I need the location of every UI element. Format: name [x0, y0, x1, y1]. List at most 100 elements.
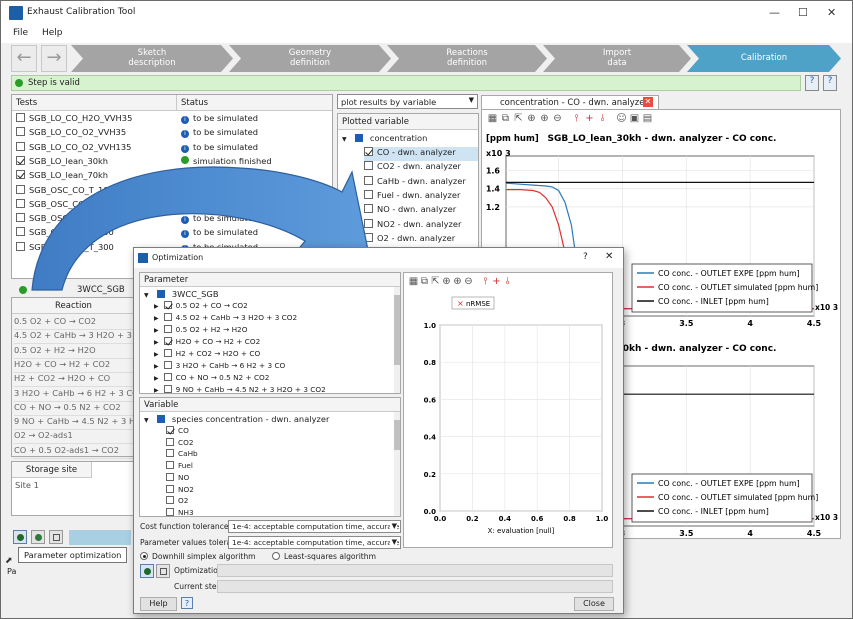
chart-tab[interactable]: concentration - CO - dwn. analyzer ✕ — [481, 95, 659, 109]
test-checkbox[interactable] — [16, 198, 25, 208]
plot-variable-item[interactable]: Fuel - dwn. analyzer — [364, 189, 478, 204]
forward-arrow-icon[interactable]: → — [41, 45, 67, 72]
zoom-region-icon[interactable]: ⊕ — [441, 276, 452, 287]
wizard-step[interactable]: Sketch description — [71, 45, 233, 72]
test-checkbox[interactable] — [16, 127, 25, 137]
test-row[interactable]: SGB_OSC_CO_T_200 — [16, 213, 114, 227]
menu-file[interactable]: File — [13, 28, 28, 38]
variable-checkbox[interactable] — [364, 189, 373, 199]
plot-mode-select[interactable]: plot results by variable ▼ — [337, 94, 478, 109]
cursor-h-icon[interactable]: ⫰ — [597, 113, 608, 124]
reaction-row[interactable]: 0.5 O2 + H2 → H2O — [14, 345, 135, 359]
wizard-step[interactable]: Calibration — [687, 45, 841, 72]
zoom-region-icon[interactable]: ⊕ — [526, 113, 537, 124]
wizard-step[interactable]: Import data — [543, 45, 691, 72]
reaction-row[interactable]: 4.5 O2 + CaHb → 3 H2O + 3 — [14, 330, 135, 345]
reaction-row[interactable]: CO + 0.5 O2-ads1 → CO2 — [14, 445, 135, 459]
dialog-help-icon[interactable]: ? — [583, 252, 588, 262]
downhill-simplex-radio[interactable]: Downhill simplex algorithm — [140, 552, 256, 561]
copy-icon[interactable] — [156, 564, 170, 578]
scrollbar[interactable] — [394, 412, 400, 516]
close-tab-icon[interactable]: ✕ — [643, 97, 653, 107]
chart-copy-icon[interactable]: ⧉ — [419, 276, 430, 287]
test-row[interactable]: SGB_LO_CO_O2_VVH135 — [16, 141, 131, 156]
cursor-v-icon[interactable]: ⫯ — [480, 276, 491, 287]
test-row[interactable]: SGB_OSC_CO_T_10 — [16, 184, 109, 199]
test-row[interactable]: SGB_LO_lean_30kh — [16, 155, 108, 170]
menu-help[interactable]: Help — [42, 28, 63, 38]
chart-copy-icon[interactable]: ⧉ — [500, 113, 511, 124]
variable-checkbox[interactable] — [364, 218, 373, 228]
help-icon[interactable]: ? — [181, 597, 193, 609]
optimize-icon[interactable] — [13, 530, 27, 544]
cursor-cross-icon[interactable]: + — [491, 276, 502, 287]
reaction-row[interactable]: 9 NO + CaHb → 4.5 N2 + 3 H2 — [14, 416, 135, 431]
zoom-in-icon[interactable]: ⊕ — [539, 113, 550, 124]
wizard-step[interactable]: Geometry definition — [229, 45, 391, 72]
parameter-checkbox[interactable] — [163, 301, 172, 309]
variable-checkbox[interactable] — [166, 472, 174, 481]
variable-checkbox[interactable] — [166, 507, 174, 516]
reaction-row[interactable]: 0.5 O2 + CO → CO2 — [14, 316, 135, 330]
pointer-icon[interactable]: ⇱ — [513, 113, 524, 124]
variable-checkbox[interactable] — [166, 437, 174, 446]
variable-item[interactable]: NH3 — [166, 507, 194, 522]
simulate-icon[interactable] — [31, 530, 45, 544]
cursor-h-icon[interactable]: ⫰ — [502, 276, 513, 287]
reaction-row[interactable]: O2 → O2-ads1 — [14, 430, 135, 445]
cost-tolerance-select[interactable]: 1e-4: acceptable computation time, accur… — [228, 520, 401, 533]
help-button[interactable]: Help — [140, 597, 177, 611]
variable-checkbox[interactable] — [364, 175, 373, 185]
plot-variable-item[interactable]: CaHb - dwn. analyzer — [364, 175, 478, 190]
zoom-in-icon[interactable]: ⊕ — [452, 276, 463, 287]
plot-variable-item[interactable]: NO - dwn. analyzer — [364, 204, 478, 218]
variable-checkbox[interactable] — [166, 426, 174, 434]
reaction-row[interactable]: CO + NO → 0.5 N2 + CO2 — [14, 402, 135, 416]
parameter-checkbox[interactable] — [163, 361, 172, 369]
cursor-v-icon[interactable]: ⫯ — [571, 113, 582, 124]
test-row[interactable]: SGB_OSC_CO_T_300 — [16, 241, 114, 256]
back-arrow-icon[interactable]: ← — [11, 45, 37, 72]
export-image-icon[interactable]: ▣ — [629, 113, 640, 124]
parameter-checkbox[interactable] — [163, 325, 172, 333]
test-row[interactable]: SGB_LO_CO_O2_VVH35 — [16, 127, 126, 141]
test-checkbox[interactable] — [16, 241, 25, 251]
wizard-step[interactable]: Reactions definition — [387, 45, 547, 72]
test-checkbox[interactable] — [16, 155, 25, 165]
plot-variable-item[interactable]: CO - dwn. analyzer — [364, 147, 478, 161]
chart-grid-icon[interactable]: ▦ — [487, 113, 498, 124]
copy-icon[interactable] — [49, 530, 63, 544]
test-checkbox[interactable] — [16, 141, 25, 151]
cursor-cross-icon[interactable]: + — [584, 113, 595, 124]
reset-view-icon[interactable]: ☺ — [616, 113, 627, 124]
test-row[interactable]: SGB_LO_CO_H2O_VVH35 — [16, 113, 132, 127]
variable-checkbox[interactable] — [364, 147, 373, 156]
parameter-checkbox[interactable] — [163, 349, 172, 357]
group-checkbox[interactable] — [355, 134, 364, 142]
pointer-icon[interactable]: ⇱ — [430, 276, 441, 287]
save-data-icon[interactable]: ▤ — [642, 113, 653, 124]
close-icon[interactable]: ✕ — [827, 6, 836, 19]
variable-checkbox[interactable] — [364, 232, 373, 242]
close-button[interactable]: Close — [574, 597, 614, 611]
test-checkbox[interactable] — [16, 184, 25, 194]
test-row[interactable]: SGB_OSC_CO_T_250 — [16, 227, 114, 241]
test-checkbox[interactable] — [16, 170, 25, 180]
test-checkbox[interactable] — [16, 113, 25, 122]
reaction-row[interactable]: H2O + CO → H2 + CO2 — [14, 359, 135, 373]
test-checkbox[interactable] — [16, 227, 25, 237]
maximize-icon[interactable]: ☐ — [798, 6, 808, 19]
chart-grid-icon[interactable]: ▦ — [408, 276, 419, 287]
zoom-out-icon[interactable]: ⊖ — [552, 113, 563, 124]
parameter-checkbox[interactable] — [163, 385, 172, 393]
plot-variable-item[interactable]: O2 - dwn. analyzer — [364, 232, 478, 247]
test-row[interactable]: SGB_OSC_CO — [16, 198, 85, 213]
variable-checkbox[interactable] — [364, 161, 373, 171]
variable-checkbox[interactable] — [364, 204, 373, 214]
concentration-group[interactable]: ▼ concentration — [342, 133, 427, 147]
least-squares-radio[interactable]: Least-squares algorithm — [272, 552, 376, 561]
reaction-row[interactable]: 3 H2O + CaHb → 6 H2 + 3 CO — [14, 388, 135, 402]
context-help-icon[interactable]: ? — [823, 75, 837, 91]
run-optimization-icon[interactable] — [140, 564, 154, 578]
zoom-out-icon[interactable]: ⊖ — [463, 276, 474, 287]
